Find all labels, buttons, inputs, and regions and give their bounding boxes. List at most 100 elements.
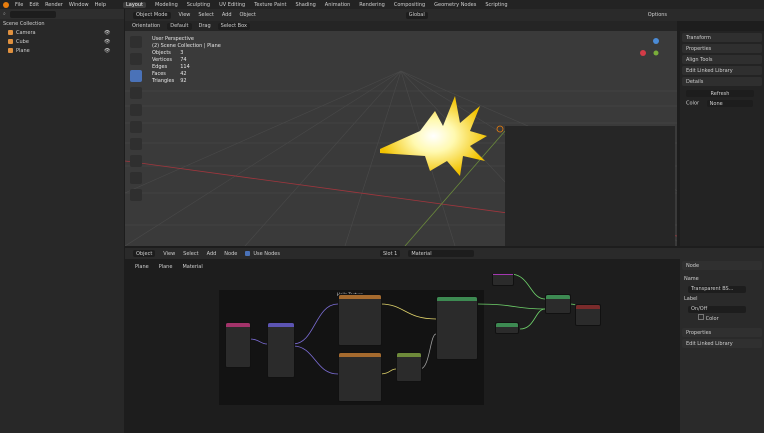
tab-scripting[interactable]: Scripting xyxy=(485,2,507,8)
measure-tool-icon[interactable] xyxy=(130,155,142,167)
breadcrumb-material[interactable]: Material xyxy=(182,264,202,270)
value-node[interactable] xyxy=(495,322,519,334)
menu-select[interactable]: Select xyxy=(183,251,198,257)
tab-rendering[interactable]: Rendering xyxy=(359,2,385,8)
move-tool-icon[interactable] xyxy=(130,70,142,82)
menu-file[interactable]: File xyxy=(15,2,23,8)
annotate-tool-icon[interactable] xyxy=(130,138,142,150)
breadcrumb-object[interactable]: Plane xyxy=(135,264,149,270)
object-mode-dropdown[interactable]: Object Mode xyxy=(133,11,171,19)
menu-help[interactable]: Help xyxy=(95,2,106,8)
menu-view[interactable]: View xyxy=(163,251,175,257)
menu-select[interactable]: Select xyxy=(198,12,213,18)
panel-properties[interactable]: Properties xyxy=(682,44,762,53)
color-label: Color xyxy=(686,100,700,107)
emission-node[interactable] xyxy=(492,274,514,286)
use-nodes-checkbox[interactable] xyxy=(245,251,251,256)
use-nodes-label: Use Nodes xyxy=(253,250,280,257)
breadcrumb: Plane Plane Material xyxy=(125,259,677,274)
rotate-tool-icon[interactable] xyxy=(130,87,142,99)
panel-edit-linked-library[interactable]: Edit Linked Library xyxy=(682,66,762,75)
node-label-field[interactable]: On/Off xyxy=(688,305,746,313)
outliner-item-plane[interactable]: Plane 👁 xyxy=(0,46,124,55)
panel-details[interactable]: Details xyxy=(682,77,762,86)
transform-tool-icon[interactable] xyxy=(130,121,142,133)
cube-object[interactable] xyxy=(505,126,675,246)
menu-view[interactable]: View xyxy=(179,12,191,18)
scale-cage-tool-icon[interactable] xyxy=(130,189,142,201)
slot-dropdown[interactable]: Slot 1 xyxy=(379,250,401,257)
tab-texture-paint[interactable]: Texture Paint xyxy=(254,2,286,8)
material-output-node[interactable] xyxy=(575,304,601,326)
tool-shelf xyxy=(128,36,144,214)
drag-dropdown[interactable]: Select Box xyxy=(217,22,250,30)
menu-add[interactable]: Add xyxy=(207,251,217,257)
stat-faces: Faces 42 xyxy=(152,71,187,77)
blender-logo-icon[interactable] xyxy=(3,1,9,8)
tab-modeling[interactable]: Modeling xyxy=(155,2,178,8)
object-type-dropdown[interactable]: Object xyxy=(133,250,156,257)
menu-edit[interactable]: Edit xyxy=(29,2,39,8)
viewport-header: Object Mode View Select Add Object Globa… xyxy=(125,9,764,21)
outliner-scene-collection[interactable]: Scene Collection xyxy=(0,19,124,28)
outliner: ⌕ Scene Collection Camera 👁 Cube 👁 Plane… xyxy=(0,9,124,433)
color-checkbox[interactable] xyxy=(698,314,704,320)
menu-render[interactable]: Render xyxy=(45,2,63,8)
breadcrumb-mesh[interactable]: Plane xyxy=(159,264,173,270)
eye-icon[interactable]: 👁 xyxy=(104,39,110,45)
options-button[interactable]: Options xyxy=(648,12,667,18)
outliner-header: ⌕ xyxy=(0,9,124,19)
stat-edges: Edges 114 xyxy=(152,64,190,70)
transform-orientation-dropdown[interactable]: Global xyxy=(405,11,428,19)
texture-coordinate-node[interactable] xyxy=(225,322,251,368)
tab-sculpting[interactable]: Sculpting xyxy=(187,2,210,8)
outliner-item-cube[interactable]: Cube 👁 xyxy=(0,37,124,46)
eye-icon[interactable]: 👁 xyxy=(104,48,110,54)
add-cube-tool-icon[interactable] xyxy=(130,172,142,184)
cursor-tool-icon[interactable] xyxy=(130,53,142,65)
menu-add[interactable]: Add xyxy=(222,12,232,18)
panel-transform[interactable]: Transform xyxy=(682,33,762,42)
stat-vertices: Vertices 74 xyxy=(152,57,187,63)
panel-align-tools[interactable]: Align Tools xyxy=(682,55,762,64)
tab-geometry-nodes[interactable]: Geometry Nodes xyxy=(434,2,476,8)
mesh-icon xyxy=(8,48,13,53)
node-editor-canvas[interactable]: Hello Texture xyxy=(125,274,677,433)
panel-properties[interactable]: Properties xyxy=(682,328,762,337)
orientation-dropdown[interactable]: Default xyxy=(167,22,192,30)
tab-animation[interactable]: Animation xyxy=(325,2,351,8)
mix-shader-node[interactable] xyxy=(545,294,571,314)
color-toggle-label: Color xyxy=(705,316,719,322)
panel-node[interactable]: Node xyxy=(682,261,762,270)
tool-settings-header: Orientation Default Drag Select Box xyxy=(125,21,677,31)
image-texture-node-1[interactable] xyxy=(338,294,382,346)
outliner-search-input[interactable] xyxy=(9,10,56,18)
principled-bsdf-node[interactable] xyxy=(436,296,478,360)
view-perspective-label: User Perspective xyxy=(152,36,194,42)
viewport-stats-overlay: User Perspective (2) Scene Collection | … xyxy=(152,36,221,85)
tab-uv-editing[interactable]: UV Editing xyxy=(219,2,245,8)
color-dropdown[interactable]: None xyxy=(706,100,753,107)
image-texture-node-2[interactable] xyxy=(338,352,382,402)
tab-shading[interactable]: Shading xyxy=(295,2,315,8)
top-menu-bar: File Edit Render Window Help Layout Mode… xyxy=(0,0,764,9)
refresh-button[interactable]: Refresh xyxy=(686,90,754,97)
navigation-gizmo[interactable] xyxy=(640,38,659,56)
material-field[interactable]: Material xyxy=(408,250,475,257)
color-ramp-node[interactable] xyxy=(396,352,422,382)
filter-icon[interactable]: ⌕ xyxy=(3,11,6,17)
node-name-field[interactable]: Transparent BS... xyxy=(688,285,746,293)
menu-object[interactable]: Object xyxy=(240,12,256,18)
scale-tool-icon[interactable] xyxy=(130,104,142,116)
menu-node[interactable]: Node xyxy=(224,251,237,257)
tab-compositing[interactable]: Compositing xyxy=(394,2,425,8)
select-tool-icon[interactable] xyxy=(130,36,142,48)
drag-label: Drag xyxy=(198,23,211,29)
mapping-node[interactable] xyxy=(267,322,295,378)
menu-window[interactable]: Window xyxy=(69,2,89,8)
object-origin-icon xyxy=(496,125,504,133)
outliner-item-camera[interactable]: Camera 👁 xyxy=(0,28,124,37)
eye-icon[interactable]: 👁 xyxy=(104,30,110,36)
tab-layout[interactable]: Layout xyxy=(123,1,146,8)
panel-edit-linked-library[interactable]: Edit Linked Library xyxy=(682,339,762,348)
